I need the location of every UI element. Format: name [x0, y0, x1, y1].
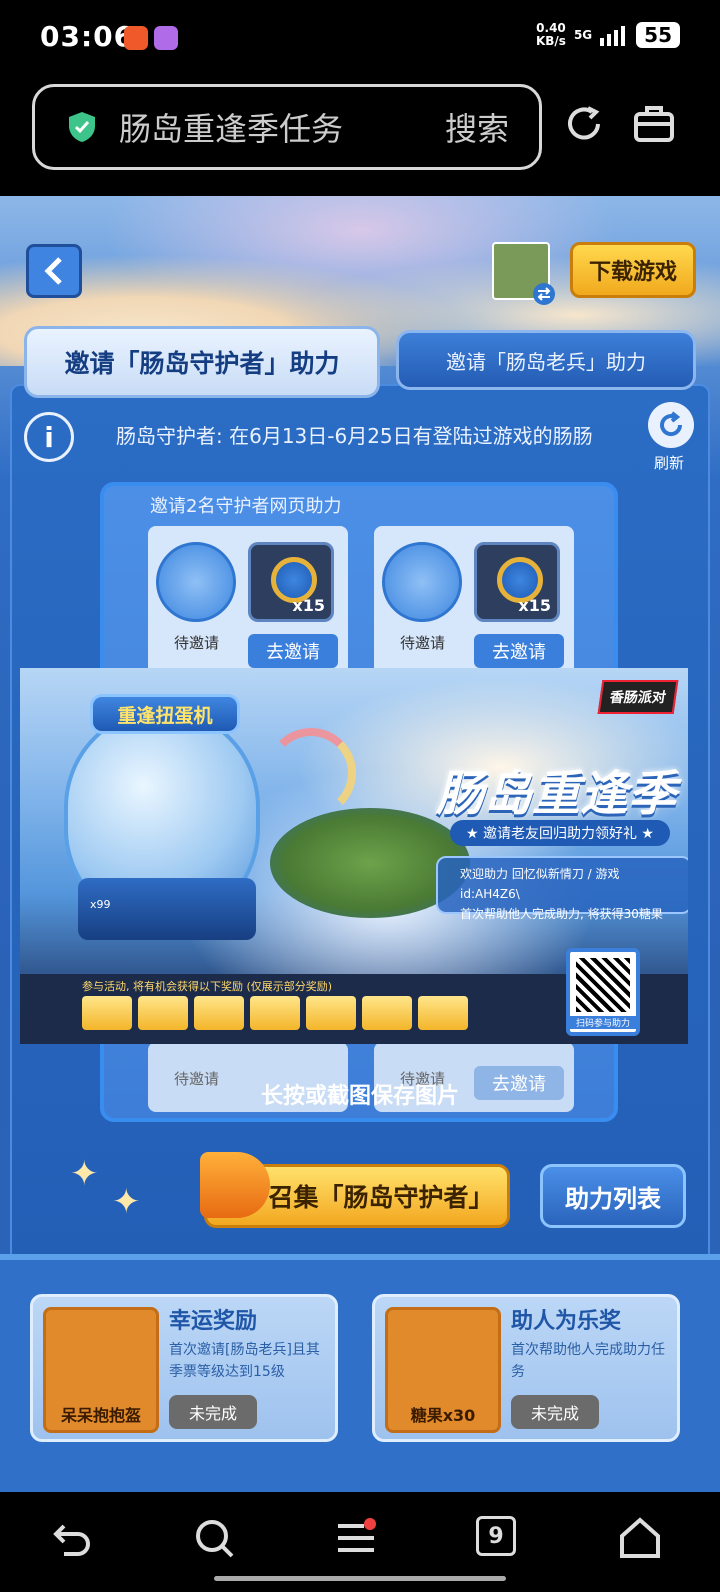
slot-status: 待邀请 [400, 634, 446, 652]
megaphone-icon [200, 1152, 270, 1218]
prize-item [82, 996, 132, 1030]
toolbox-icon[interactable] [632, 102, 676, 146]
search-button[interactable]: 搜索 [445, 104, 509, 150]
tab-invite-veteran[interactable]: 邀请「肠岛老兵」助力 [396, 330, 696, 390]
qr-pattern [576, 958, 630, 1012]
reward-thumbnail: 呆呆抱抱盔 [43, 1307, 159, 1433]
reward-desc: 首次帮助他人完成助力任务 [511, 1342, 665, 1380]
guardian-definition: 肠岛守护者: 在6月13日-6月25日有登陆过游戏的肠肠 [116, 424, 593, 448]
browser-nav-bar: 9 [0, 1492, 720, 1592]
reward-item-label: 呆呆抱抱盔 [60, 1406, 141, 1425]
reward-qty: x15 [518, 596, 551, 615]
reward-card-lucky: 呆呆抱抱盔 幸运奖励 首次邀请[肠岛老兵]且其季票等级达到15级 未完成 [30, 1294, 338, 1442]
reload-icon[interactable] [562, 102, 606, 146]
app-notification-icon [124, 26, 148, 50]
save-image-tip: 长按或截图保存图片 [260, 1084, 459, 1109]
prize-item [418, 996, 468, 1030]
reward-item: x15 [474, 542, 560, 622]
poster-subtitle: ★ 邀请老友回归助力领好礼 ★ [450, 820, 670, 846]
qr-code: 扫码参与助力 [566, 948, 640, 1036]
address-text[interactable]: 肠岛重逢季任务 [119, 104, 445, 150]
home-icon[interactable] [618, 1516, 662, 1560]
chevron-left-icon [44, 257, 62, 285]
prize-item [250, 996, 300, 1030]
poster-box-line1: 欢迎助力 回忆似新情刀 / 游戏id:AH4Z6\ [460, 867, 620, 901]
reward-title: 助人为乐奖 [511, 1309, 622, 1334]
app-notification-icon-2 [154, 26, 178, 50]
reward-qty: x15 [292, 596, 325, 615]
coin-count: x99 [90, 898, 111, 911]
game-logo: 香肠派对 [597, 680, 679, 714]
assist-list-button[interactable]: 助力列表 [540, 1164, 686, 1228]
status-right: 0.40 KB/s 5G 55 [536, 22, 680, 48]
prize-item [362, 996, 412, 1030]
add-person-icon[interactable] [156, 542, 236, 622]
user-avatar[interactable] [492, 242, 555, 305]
go-invite-button[interactable]: 去邀请 [248, 634, 338, 668]
prize-item [138, 996, 188, 1030]
reward-status-button[interactable]: 未完成 [511, 1395, 599, 1429]
rainbow-graphic [266, 728, 356, 818]
prize-item [194, 996, 244, 1030]
reward-title: 幸运奖励 [169, 1309, 258, 1334]
slot-status: 待邀请 [174, 634, 220, 652]
browser-toolbar: 肠岛重逢季任务 搜索 [0, 78, 720, 196]
gacha-sign: 重逢扭蛋机 [90, 694, 240, 734]
status-bar: 03:06 0.40 KB/s 5G 55 [0, 0, 720, 78]
tabs-count[interactable]: 9 [476, 1516, 516, 1556]
sparkle-icon: ✦ [112, 1182, 141, 1222]
reward-item-label: 糖果x30 [410, 1406, 476, 1425]
refresh-label: 刷新 [654, 454, 685, 472]
poster-title: 肠岛重逢季 [436, 766, 677, 822]
download-game-button[interactable]: 下载游戏 [570, 242, 696, 298]
signal-5g: 5G [573, 27, 593, 42]
reward-desc: 首次邀请[肠岛老兵]且其季票等级达到15级 [169, 1342, 320, 1380]
reward-item: x15 [248, 542, 334, 622]
signal-bars-icon [600, 26, 626, 46]
invite-title: 邀请2名守护者网页助力 [150, 496, 342, 517]
prize-item [306, 996, 356, 1030]
status-time: 03:06 [40, 20, 135, 53]
add-person-icon[interactable] [382, 542, 462, 622]
reward-card-helper: 糖果x30 助人为乐奖 首次帮助他人完成助力任务 未完成 [372, 1294, 680, 1442]
reward-status-button[interactable]: 未完成 [169, 1395, 257, 1429]
reward-thumbnail: 糖果x30 [385, 1307, 501, 1433]
back-icon[interactable] [50, 1516, 94, 1560]
back-button[interactable] [26, 244, 82, 298]
info-icon[interactable]: i [24, 412, 74, 462]
menu-icon[interactable] [334, 1516, 378, 1560]
swap-icon [533, 283, 555, 305]
net-speed-unit: KB/s [535, 34, 566, 48]
battery-indicator: 55 [636, 22, 680, 48]
game-page: 下载游戏 邀请「肠岛守护者」助力 邀请「肠岛老兵」助力 i 肠岛守护者: 在6月… [0, 196, 720, 1492]
address-bar[interactable]: 肠岛重逢季任务 搜索 [32, 84, 542, 170]
poster-invite-box: 欢迎助力 回忆似新情刀 / 游戏id:AH4Z6\ 首次帮助他人完成助力, 将获… [436, 856, 688, 921]
poster-note: 参与活动, 将有机会获得以下奖励 (仅展示部分奖励) [82, 980, 333, 993]
sparkle-icon: ✦ [70, 1154, 99, 1194]
refresh-icon [660, 411, 683, 437]
gacha-base: x99 [78, 878, 256, 940]
poster-box-line2: 首次帮助他人完成助力, 将获得30糖果 [460, 907, 663, 921]
gesture-handle [214, 1576, 506, 1581]
net-speed: 0.40 KB/s [536, 22, 566, 48]
search-icon[interactable] [192, 1516, 236, 1560]
qr-label: 扫码参与助力 [570, 1016, 636, 1029]
reward-area: 呆呆抱抱盔 幸运奖励 首次邀请[肠岛老兵]且其季票等级达到15级 未完成 糖果x… [0, 1254, 720, 1492]
shield-check-icon [69, 112, 95, 142]
promo-poster[interactable]: x99 重逢扭蛋机 香肠派对 肠岛重逢季 ★ 邀请老友回归助力领好礼 ★ 欢迎助… [20, 668, 688, 1044]
refresh-button[interactable] [648, 402, 694, 448]
go-invite-button[interactable]: 去邀请 [474, 634, 564, 668]
tab-invite-guardian[interactable]: 邀请「肠岛守护者」助力 [24, 326, 380, 398]
